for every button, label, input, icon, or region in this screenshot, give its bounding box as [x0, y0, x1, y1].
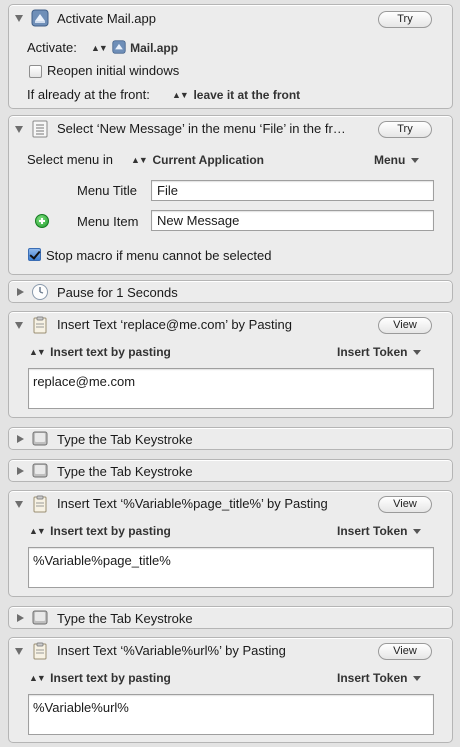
try-button[interactable]: Try — [378, 11, 432, 28]
front-label: If already at the front: — [27, 87, 150, 102]
keyboard-key-icon — [32, 610, 48, 625]
text-area[interactable]: replace@me.com — [28, 368, 434, 409]
action-select-menu: Select ‘New Message’ in the menu ‘File’ … — [8, 115, 453, 275]
action-title: Insert Text ‘replace@me.com’ by Pasting — [57, 317, 293, 332]
menu-icon — [32, 120, 48, 138]
action-pause: Pause for 1 Seconds — [8, 280, 453, 303]
dropdown-arrow-icon — [413, 529, 422, 535]
action-header[interactable]: Insert Text ‘%Variable%url%’ by Pasting … — [9, 638, 452, 664]
dropdown-arrow-icon — [413, 350, 422, 356]
menu-item-field[interactable]: New Message — [151, 210, 434, 231]
disclosure-triangle-icon[interactable] — [17, 614, 24, 622]
clipboard-icon — [33, 495, 47, 513]
insert-mode-selector[interactable]: ▲▼ Insert text by pasting — [29, 671, 171, 685]
dropdown-arrow-icon — [413, 676, 422, 682]
action-header[interactable]: Type the Tab Keystroke — [9, 428, 452, 454]
stop-macro-label: Stop macro if menu cannot be selected — [46, 248, 272, 263]
insert-token-label: Insert Token — [337, 524, 408, 538]
clipboard-icon — [33, 642, 47, 660]
menu-dropdown[interactable]: Menu — [374, 153, 420, 167]
select-menu-label: Select menu in — [27, 152, 113, 167]
action-insert-text-email: Insert Text ‘replace@me.com’ by Pasting … — [8, 311, 453, 418]
disclosure-triangle-icon[interactable] — [15, 126, 23, 133]
action-title: Insert Text ‘%Variable%page_title%’ by P… — [57, 496, 328, 511]
updown-arrows-icon: ▲▼ — [29, 347, 46, 357]
add-icon[interactable] — [35, 214, 49, 228]
insert-mode-value: Insert text by pasting — [50, 524, 171, 538]
insert-token-dropdown[interactable]: Insert Token — [337, 345, 422, 359]
keyboard-key-icon — [32, 463, 48, 478]
disclosure-triangle-icon[interactable] — [15, 15, 23, 22]
action-type-tab: Type the Tab Keystroke — [8, 606, 453, 629]
insert-mode-selector[interactable]: ▲▼ Insert text by pasting — [29, 524, 171, 538]
disclosure-triangle-icon[interactable] — [15, 322, 23, 329]
action-header[interactable]: Pause for 1 Seconds — [9, 281, 452, 307]
disclosure-triangle-icon[interactable] — [17, 467, 24, 475]
action-header[interactable]: Type the Tab Keystroke — [9, 607, 452, 633]
try-button[interactable]: Try — [378, 121, 432, 138]
clock-icon — [32, 284, 48, 300]
text-area[interactable]: %Variable%url% — [28, 694, 434, 735]
insert-token-label: Insert Token — [337, 671, 408, 685]
action-title: Select ‘New Message’ in the menu ‘File’ … — [57, 121, 346, 136]
menu-title-field[interactable]: File — [151, 180, 434, 201]
text-area[interactable]: %Variable%page_title% — [28, 547, 434, 588]
updown-arrows-icon: ▲▼ — [29, 526, 46, 536]
action-header[interactable]: Select ‘New Message’ in the menu ‘File’ … — [9, 116, 452, 142]
target-app-value: Current Application — [152, 153, 265, 167]
action-header[interactable]: Insert Text ‘%Variable%page_title%’ by P… — [9, 491, 452, 517]
front-value: leave it at the front — [193, 88, 301, 102]
insert-mode-selector[interactable]: ▲▼ Insert text by pasting — [29, 345, 171, 359]
stop-macro-checkbox[interactable] — [28, 248, 41, 261]
front-selector[interactable]: ▲▼ leave it at the front — [172, 87, 300, 102]
insert-token-dropdown[interactable]: Insert Token — [337, 671, 422, 685]
action-insert-text-url: Insert Text ‘%Variable%url%’ by Pasting … — [8, 637, 453, 743]
activate-label: Activate: — [27, 40, 77, 55]
clipboard-icon — [33, 316, 47, 334]
updown-arrows-icon: ▲▼ — [172, 90, 189, 100]
action-header[interactable]: Type the Tab Keystroke — [9, 460, 452, 486]
mail-app-icon — [112, 40, 127, 54]
reopen-checkbox[interactable] — [29, 65, 42, 78]
updown-arrows-icon: ▲▼ — [91, 43, 108, 53]
action-header[interactable]: Insert Text ‘replace@me.com’ by Pasting … — [9, 312, 452, 338]
app-name: Mail.app — [130, 41, 179, 55]
action-activate-mail: Activate Mail.app Try Activate: ▲▼ Mail.… — [8, 4, 453, 109]
disclosure-triangle-icon[interactable] — [17, 288, 24, 296]
dropdown-arrow-icon — [411, 158, 420, 164]
mail-app-icon — [31, 9, 49, 27]
disclosure-triangle-icon[interactable] — [17, 435, 24, 443]
menu-dropdown-label: Menu — [374, 153, 406, 167]
updown-arrows-icon: ▲▼ — [131, 155, 148, 165]
insert-mode-value: Insert text by pasting — [50, 671, 171, 685]
disclosure-triangle-icon[interactable] — [15, 648, 23, 655]
action-title: Type the Tab Keystroke — [57, 432, 193, 447]
updown-arrows-icon: ▲▼ — [29, 673, 46, 683]
app-selector[interactable]: ▲▼ Mail.app — [91, 40, 178, 55]
action-header[interactable]: Activate Mail.app Try — [9, 5, 452, 31]
insert-mode-value: Insert text by pasting — [50, 345, 171, 359]
action-type-tab: Type the Tab Keystroke — [8, 459, 453, 482]
menu-item-label: Menu Item — [77, 214, 139, 229]
view-button[interactable]: View — [378, 496, 432, 513]
disclosure-triangle-icon[interactable] — [15, 501, 23, 508]
action-insert-text-page-title: Insert Text ‘%Variable%page_title%’ by P… — [8, 490, 453, 597]
action-type-tab: Type the Tab Keystroke — [8, 427, 453, 450]
target-app-selector[interactable]: ▲▼ Current Application — [131, 152, 264, 167]
reopen-label: Reopen initial windows — [47, 63, 180, 78]
action-title: Pause for 1 Seconds — [57, 285, 178, 300]
insert-token-dropdown[interactable]: Insert Token — [337, 524, 422, 538]
action-title: Activate Mail.app — [57, 11, 156, 26]
view-button[interactable]: View — [378, 643, 432, 660]
menu-title-label: Menu Title — [77, 183, 137, 198]
action-title: Type the Tab Keystroke — [57, 464, 193, 479]
action-title: Insert Text ‘%Variable%url%’ by Pasting — [57, 643, 286, 658]
action-title: Type the Tab Keystroke — [57, 611, 193, 626]
keyboard-key-icon — [32, 431, 48, 446]
view-button[interactable]: View — [378, 317, 432, 334]
insert-token-label: Insert Token — [337, 345, 408, 359]
